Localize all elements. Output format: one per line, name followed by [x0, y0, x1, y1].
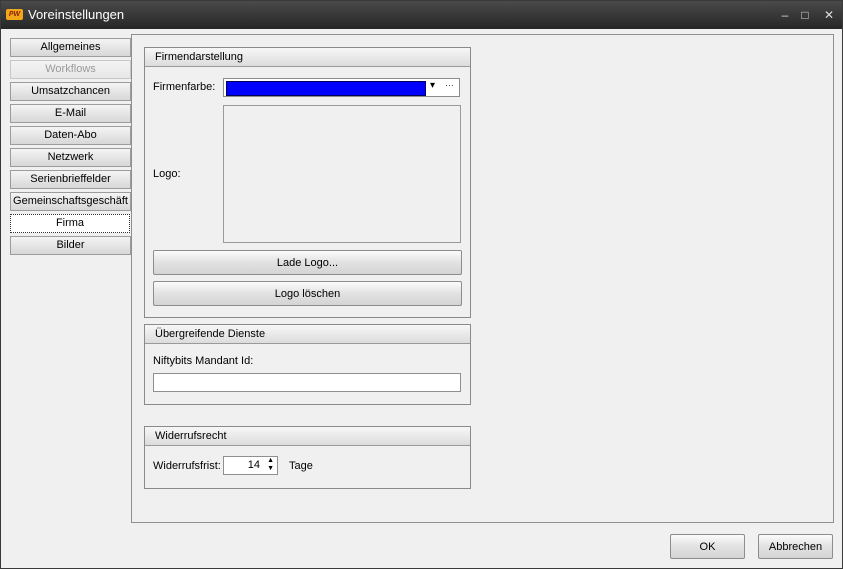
ok-button[interactable]: OK	[670, 534, 745, 559]
dienste-header: Übergreifende Dienste	[145, 325, 470, 344]
tab-daten-abo[interactable]: Daten-Abo	[10, 126, 131, 145]
widerruf-header: Widerrufsrecht	[145, 427, 470, 446]
stepper-down-icon[interactable]: ▼	[267, 465, 274, 473]
widerrufsfrist-value[interactable]: 14	[248, 459, 260, 471]
app-logo-icon: PW	[6, 9, 23, 20]
widerrufsfrist-label: Widerrufsfrist:	[153, 460, 221, 472]
tab-netzwerk[interactable]: Netzwerk	[10, 148, 131, 167]
firmendarstellung-header: Firmendarstellung	[145, 48, 470, 67]
window-title: Voreinstellungen	[28, 7, 125, 22]
tab-firma[interactable]: Firma	[10, 214, 130, 233]
maximize-icon: □	[801, 8, 809, 22]
preferences-window: PW Voreinstellungen – □ ✕ Allgemeines Wo…	[0, 0, 843, 569]
logo-label: Logo:	[153, 168, 181, 180]
tab-allgemeines[interactable]: Allgemeines	[10, 38, 131, 57]
company-color-picker[interactable]: ▾ ···	[223, 78, 460, 97]
load-logo-button[interactable]: Lade Logo...	[153, 250, 462, 275]
delete-logo-button[interactable]: Logo löschen	[153, 281, 462, 306]
logo-preview	[223, 105, 461, 243]
maximize-button[interactable]: □	[796, 6, 814, 24]
tab-workflows: Workflows	[10, 60, 131, 79]
minimize-button[interactable]: –	[776, 6, 794, 24]
tab-gemeinschaftsgeschaeft[interactable]: Gemeinschaftsgeschäft	[10, 192, 131, 211]
tab-email[interactable]: E-Mail	[10, 104, 131, 123]
widerrufsfrist-stepper[interactable]: 14 ▲ ▼	[223, 456, 278, 475]
close-icon: ✕	[823, 8, 835, 22]
stepper-up-icon[interactable]: ▲	[267, 457, 274, 465]
mandant-id-label: Niftybits Mandant Id:	[153, 355, 254, 367]
cancel-button[interactable]: Abbrechen	[758, 534, 833, 559]
ellipsis-icon[interactable]: ···	[445, 80, 454, 90]
tab-bilder[interactable]: Bilder	[10, 236, 131, 255]
mandant-id-input[interactable]	[153, 373, 461, 392]
title-bar[interactable]: PW Voreinstellungen – □ ✕	[1, 1, 842, 29]
color-swatch	[226, 81, 426, 96]
close-button[interactable]: ✕	[820, 6, 838, 24]
firmenfarbe-label: Firmenfarbe:	[153, 81, 216, 93]
minimize-icon: –	[781, 8, 789, 22]
tab-umsatzchancen[interactable]: Umsatzchancen	[10, 82, 131, 101]
widerruf-group: Widerrufsrecht	[144, 426, 471, 489]
tage-label: Tage	[289, 460, 313, 472]
tab-serienbrieffelder[interactable]: Serienbrieffelder	[10, 170, 131, 189]
chevron-down-icon[interactable]: ▾	[430, 80, 435, 91]
